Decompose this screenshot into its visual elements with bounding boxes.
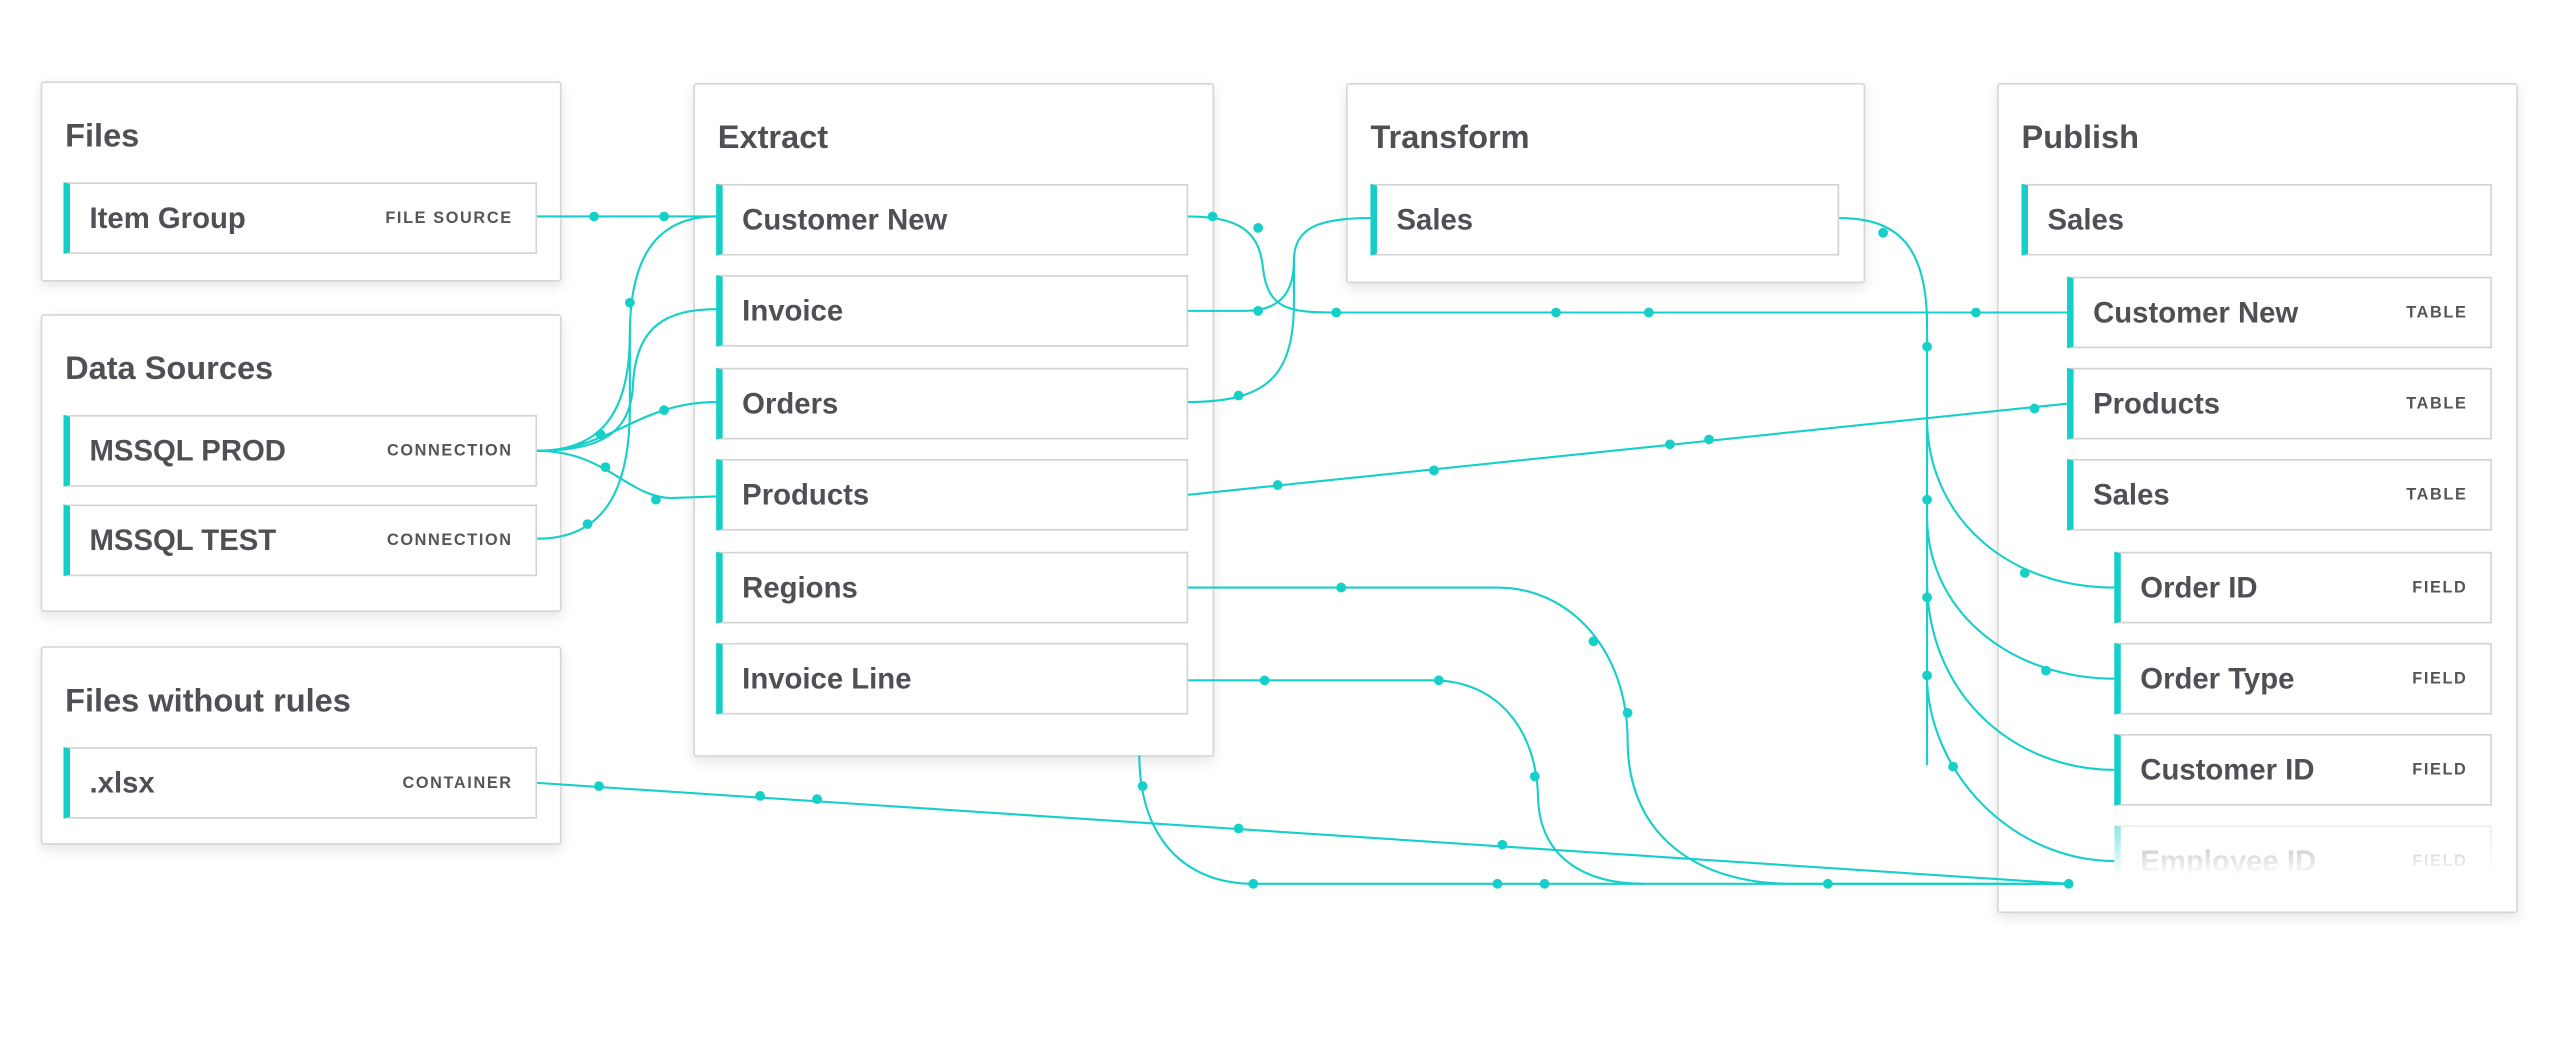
panel-title: Files without rules (65, 683, 351, 720)
node-label: Regions (742, 570, 858, 604)
node-label: Invoice Line (742, 661, 912, 695)
node-extract-invoice-line[interactable]: Invoice Line (716, 642, 1189, 715)
node-publish-order-type[interactable]: Order Type FIELD (2114, 642, 2492, 715)
node-type: CONNECTION (386, 441, 513, 460)
node-type: TABLE (2406, 485, 2468, 504)
node-type: FIELD (2412, 578, 2468, 597)
link-prod-invoice (537, 308, 717, 452)
node-type: FIELD (2412, 760, 2468, 779)
node-label: Sales (2093, 477, 2170, 511)
panel-title: Publish (2021, 120, 2140, 157)
node-label: Customer New (2093, 295, 2299, 328)
pipeline-canvas: Files Item Group FILE SOURCE Data Source… (0, 0, 2552, 1055)
node-label: Customer New (742, 202, 948, 236)
node-publish-customer-new[interactable]: Customer New TABLE (2067, 276, 2492, 349)
node-type: CONTAINER (402, 773, 513, 792)
link-products-publish (1188, 402, 2068, 496)
node-xlsx[interactable]: .xlsx CONTAINER (63, 747, 538, 819)
node-label: Order Type (2140, 661, 2295, 695)
node-label: .xlsx (89, 765, 155, 799)
node-extract-orders[interactable]: Orders (716, 367, 1189, 440)
node-label: MSSQL PROD (89, 433, 286, 467)
panel-title: Extract (717, 120, 829, 157)
node-item-group[interactable]: Item Group FILE SOURCE (63, 182, 538, 254)
node-publish-customer-id[interactable]: Customer ID FIELD (2114, 734, 2492, 806)
node-publish-sales[interactable]: Sales (2021, 183, 2492, 256)
node-label: Order ID (2140, 570, 2258, 604)
node-type: FILE SOURCE (385, 209, 513, 228)
node-type: FIELD (2412, 669, 2468, 688)
node-label: Products (2093, 386, 2221, 420)
panel-title: Transform (1370, 120, 1530, 157)
link-extract-bottom (1138, 755, 2069, 885)
node-label: Products (742, 477, 870, 511)
link-regions (1188, 586, 2069, 885)
node-publish-sales-table[interactable]: Sales TABLE (2067, 458, 2492, 531)
node-type: FIELD (2412, 852, 2468, 870)
node-type: CONNECTION (386, 531, 513, 550)
link-prod-products (537, 449, 717, 500)
node-publish-products[interactable]: Products TABLE (2067, 367, 2492, 440)
node-label: Sales (1396, 202, 1474, 236)
node-publish-order-id[interactable]: Order ID FIELD (2114, 551, 2492, 624)
node-label: Sales (2047, 202, 2125, 236)
node-type: TABLE (2406, 303, 2468, 322)
link-prod-orders (537, 400, 717, 452)
node-label: Invoice (742, 293, 844, 327)
node-publish-employee-id[interactable]: Employee ID FIELD (2114, 825, 2492, 897)
panel-title: Files (65, 118, 140, 155)
node-extract-invoice[interactable]: Invoice (716, 275, 1189, 347)
node-transform-sales[interactable]: Sales (1370, 183, 1840, 256)
node-label: MSSQL TEST (89, 523, 277, 556)
node-extract-customer-new[interactable]: Customer New (716, 183, 1189, 256)
node-extract-regions[interactable]: Regions (716, 551, 1189, 624)
node-extract-products[interactable]: Products (716, 458, 1189, 531)
node-label: Employee ID (2140, 843, 2317, 877)
link-transform-trunk (1839, 217, 1929, 765)
node-label: Item Group (89, 201, 246, 234)
node-label: Customer ID (2140, 752, 2315, 786)
link-xlsx (537, 781, 2069, 885)
link-prod-customer-new (537, 215, 717, 452)
node-type: TABLE (2406, 394, 2468, 413)
link-invoice-transform (1188, 217, 1371, 312)
panel-title: Data Sources (65, 351, 274, 388)
node-mssql-test[interactable]: MSSQL TEST CONNECTION (63, 504, 538, 577)
node-mssql-prod[interactable]: MSSQL PROD CONNECTION (63, 415, 538, 487)
node-label: Orders (742, 386, 839, 420)
link-invoice-line (1188, 679, 1644, 885)
